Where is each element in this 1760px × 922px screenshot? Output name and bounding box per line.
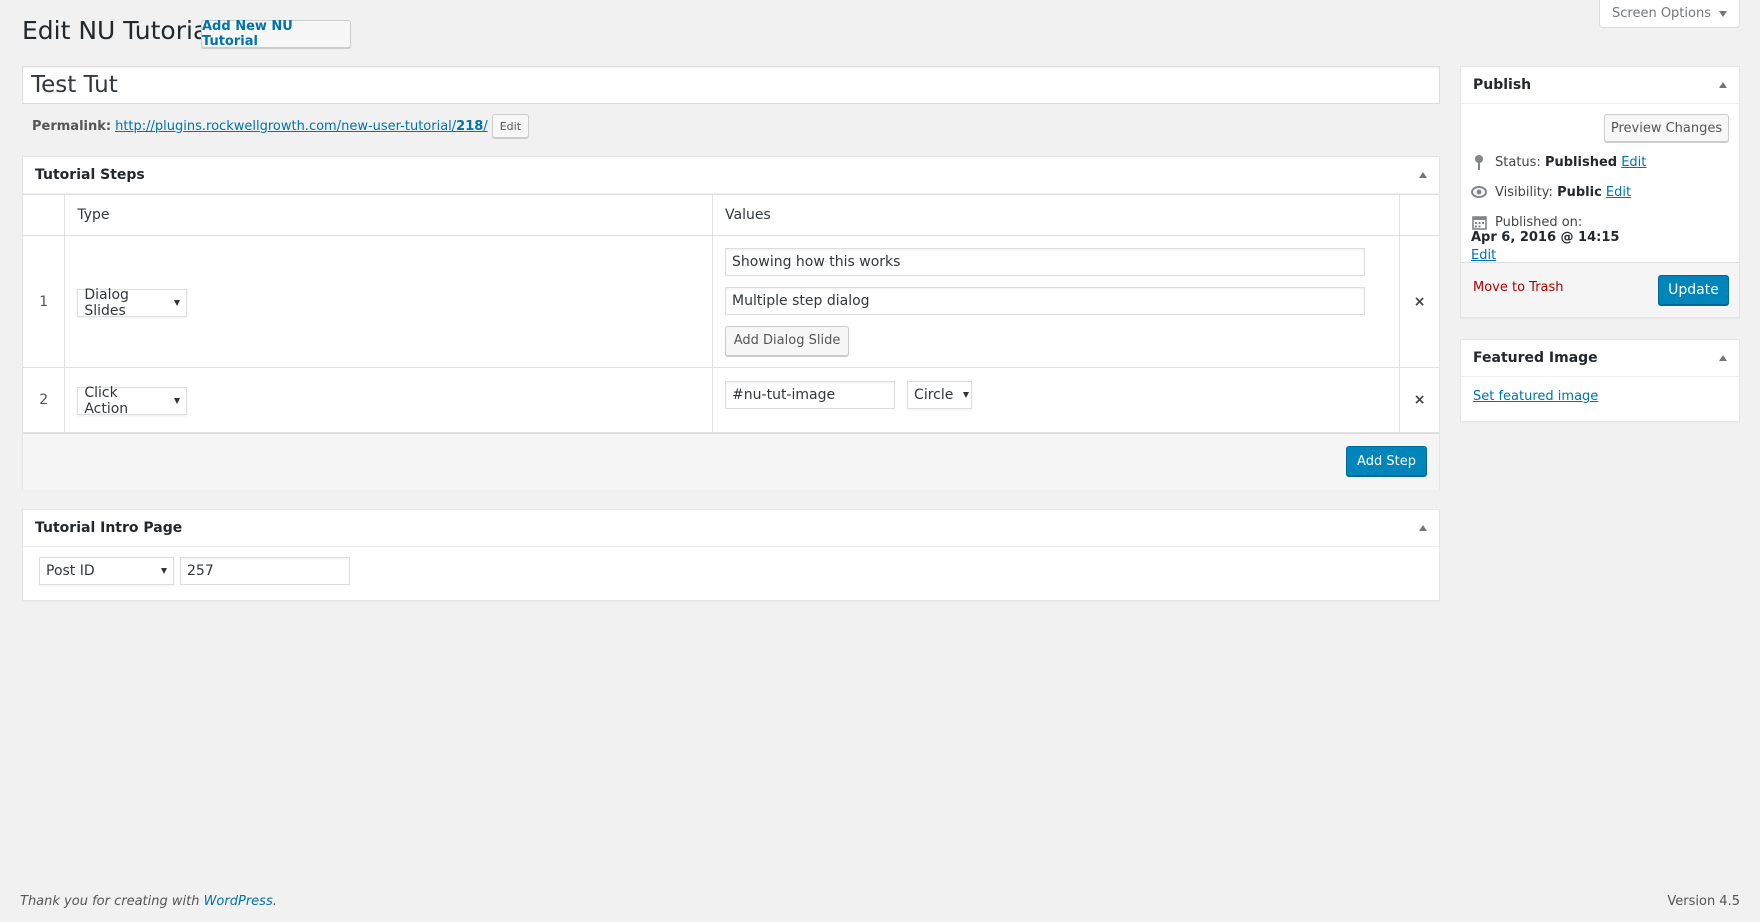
caret-down-icon [1719,10,1727,17]
move-to-trash-link[interactable]: Move to Trash [1473,280,1564,295]
dropdown-arrow-icon [174,299,181,306]
permalink-label: Permalink: [32,118,112,134]
intro-fields: Post ID [23,547,1439,595]
calendar-icon [1471,214,1487,230]
intro-type-select[interactable]: Post ID [39,557,174,585]
featured-image-title: Featured Image [1473,350,1598,366]
visibility-label: Visibility: [1495,184,1553,200]
permalink-base: http://plugins.rockwellgrowth.com/new-us… [115,118,457,134]
delete-step-cell: × [1399,367,1439,433]
visibility-row: Visibility: Public Edit [1461,170,1739,200]
shape-value: Circle [914,387,954,403]
post-title-input[interactable] [22,66,1440,104]
pin-icon [1471,154,1487,170]
tutorial-intro-box: Tutorial Intro Page Post ID [22,509,1440,601]
publish-actions: Move to Trash Update [1461,262,1739,317]
delete-step-icon[interactable]: × [1414,392,1426,408]
set-featured-image-link[interactable]: Set featured image [1473,389,1598,404]
add-step-button[interactable]: Add Step [1346,446,1427,476]
footer-version: Version 4.5 [1667,894,1740,909]
tutorial-intro-title: Tutorial Intro Page [35,520,183,536]
shape-select[interactable]: Circle [907,381,973,409]
step-type-select[interactable]: Dialog Slides [77,286,188,319]
intro-type-value: Post ID [46,563,95,579]
published-on-row: Published on: Apr 6, 2016 @ 14:15 Edit [1461,200,1739,264]
publish-title: Publish [1473,77,1532,93]
step-type-select[interactable]: Click Action [77,385,188,417]
selector-input[interactable] [725,381,896,409]
tutorial-intro-header[interactable]: Tutorial Intro Page [23,510,1439,547]
step-number: 1 [23,235,66,368]
add-new-tutorial-button[interactable]: Add New NU Tutorial [201,19,351,49]
publish-header[interactable]: Publish [1461,67,1739,104]
dialog-slide-input[interactable] [725,247,1366,276]
status-label: Status: [1495,154,1541,170]
collapse-icon[interactable] [1419,172,1427,178]
step-values-cell: Circle [712,367,1401,433]
update-button[interactable]: Update [1658,275,1729,305]
screen-options-label: Screen Options [1612,6,1711,21]
featured-image-content: Set featured image [1461,377,1739,416]
collapse-icon[interactable] [1419,525,1427,531]
step-type-value: Dialog Slides [84,286,129,319]
table-header-row: Type Values [23,194,1439,236]
step-type-value: Click Action [84,385,129,417]
eye-icon [1471,184,1487,200]
footer-thanks-suffix: . [272,894,277,909]
dropdown-arrow-icon [161,568,167,574]
delete-step-icon[interactable]: × [1414,294,1426,310]
step-type-cell: Dialog Slides [64,235,714,368]
footer-thanks: Thank you for creating with WordPress. [20,894,277,909]
page-title: Edit NU Tutorial [22,16,216,45]
table-row: 1 Dialog Slides Add Dialog Slide × [23,235,1439,368]
featured-image-box: Featured Image Set featured image [1460,339,1740,422]
dialog-slide-input[interactable] [725,286,1366,315]
wordpress-link[interactable]: WordPress [204,894,273,909]
delete-column-header [1399,194,1439,236]
steps-table: Type Values 1 Dialog Slides Add Dialog S… [23,194,1439,433]
footer-thanks-prefix: Thank you for creating with [20,894,204,909]
dropdown-arrow-icon [963,392,970,398]
add-dialog-slide-button[interactable]: Add Dialog Slide [725,325,850,356]
collapse-icon[interactable] [1719,355,1727,361]
edit-visibility-link[interactable]: Edit [1606,185,1631,200]
permalink-end: / [483,118,488,134]
tutorial-steps-box: Tutorial Steps Type Values 1 Dialog Slid… [22,156,1440,490]
permalink-edit-button[interactable]: Edit [491,114,530,138]
tutorial-steps-header[interactable]: Tutorial Steps [23,157,1439,194]
visibility-value: Public [1557,184,1602,200]
steps-footer: Add Step [23,433,1439,490]
collapse-icon[interactable] [1719,82,1727,88]
preview-changes-button[interactable]: Preview Changes [1604,114,1729,142]
step-number: 2 [23,367,66,433]
delete-step-cell: × [1399,235,1439,368]
num-column-header [23,194,66,236]
click-action-fields: Circle [725,381,1387,409]
edit-date-link[interactable]: Edit [1471,248,1496,263]
featured-image-header[interactable]: Featured Image [1461,340,1739,377]
values-column-header: Values [712,194,1401,236]
status-row: Status: Published Edit [1461,142,1739,170]
step-type-cell: Click Action [64,367,714,433]
intro-post-id-input[interactable] [180,557,350,585]
step-values-cell: Add Dialog Slide [712,235,1401,368]
dropdown-arrow-icon [174,398,181,404]
published-on-value: Apr 6, 2016 @ 14:15 [1471,230,1620,245]
type-column-header: Type [64,194,714,236]
status-value: Published [1544,154,1618,170]
published-on-label: Published on: [1495,214,1583,230]
table-row: 2 Click Action Circle × [23,367,1439,433]
permalink-link[interactable]: http://plugins.rockwellgrowth.com/new-us… [115,119,488,134]
preview-row: Preview Changes [1461,104,1739,142]
screen-options-button[interactable]: Screen Options [1599,0,1740,28]
permalink: Permalink: http://plugins.rockwellgrowth… [32,114,530,138]
edit-status-link[interactable]: Edit [1621,155,1646,170]
permalink-slug: 218 [456,118,484,134]
tutorial-steps-title: Tutorial Steps [35,167,145,183]
publish-box: Publish Preview Changes Status: Publishe… [1460,66,1740,318]
